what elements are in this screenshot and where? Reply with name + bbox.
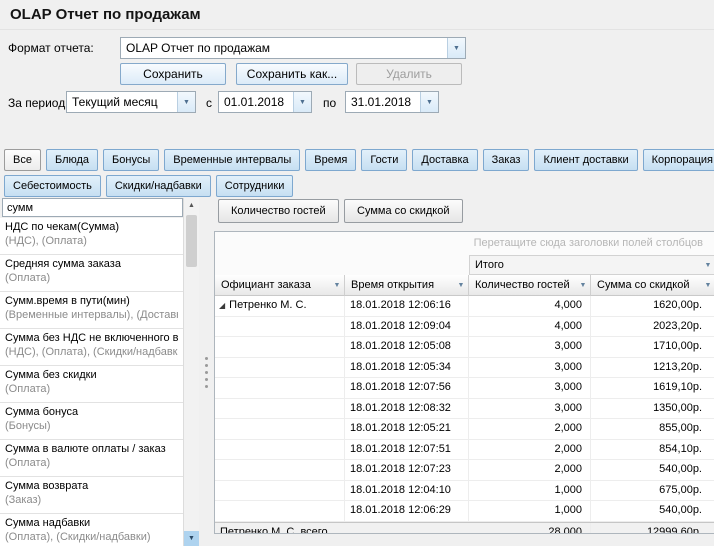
filter-dropdown-icon[interactable]: ▼ <box>576 282 590 289</box>
tab-vremya[interactable]: Время <box>305 149 356 171</box>
chevron-down-icon[interactable]: ▼ <box>447 38 465 58</box>
column-drop-zone[interactable]: Перетащите сюда заголовки полей столбцов <box>215 232 714 255</box>
table-row[interactable]: 18.01.2018 12:05:21 2,000 855,00р. <box>215 419 714 440</box>
band-row: Итого ▼ <box>215 255 714 275</box>
save-button[interactable]: Сохранить <box>120 63 226 85</box>
period-value: Текущий месяц <box>67 92 177 112</box>
tab-vse[interactable]: Все <box>4 149 41 171</box>
tab-gosti[interactable]: Гости <box>361 149 407 171</box>
table-row[interactable]: 18.01.2018 12:08:32 3,000 1350,00р. <box>215 399 714 420</box>
table-row[interactable]: 18.01.2018 12:05:34 3,000 1213,20р. <box>215 358 714 379</box>
table-row[interactable]: 18.01.2018 12:07:56 3,000 1619,10р. <box>215 378 714 399</box>
field-list-item[interactable]: Сумма без скидки (Оплата) <box>0 366 183 403</box>
tab-sebestoimost[interactable]: Себестоимость <box>4 175 101 197</box>
tab-dostavka[interactable]: Доставка <box>412 149 477 171</box>
tab-bonusy[interactable]: Бонусы <box>103 149 159 171</box>
column-header-waiter[interactable]: Официант заказа ▼ <box>215 275 345 296</box>
tab-klient-dostavki[interactable]: Клиент доставки <box>534 149 637 171</box>
report-grid: Перетащите сюда заголовки полей столбцов… <box>214 231 714 534</box>
page-title: OLAP Отчет по продажам <box>0 0 714 30</box>
table-row[interactable]: 18.01.2018 12:06:29 1,000 540,00р. <box>215 501 714 522</box>
field-search-input[interactable] <box>2 198 183 217</box>
period-label: За период <box>8 96 65 110</box>
tab-blyuda[interactable]: Блюда <box>46 149 98 171</box>
column-header-guests[interactable]: Количество гостей ▼ <box>469 275 591 296</box>
date-to-value: 31.01.2018 <box>346 92 420 112</box>
tab-zakaz[interactable]: Заказ <box>483 149 530 171</box>
column-header-open-time[interactable]: Время открытия ▼ <box>345 275 469 296</box>
field-list-item[interactable]: Сумма в валюте оплаты / заказ (Оплата) <box>0 440 183 477</box>
report-format-value: OLAP Отчет по продажам <box>121 38 447 58</box>
scrollbar-thumb[interactable] <box>186 215 197 267</box>
fields-scrollbar[interactable]: ▲ ▼ <box>183 198 199 546</box>
table-row[interactable]: 18.01.2018 12:07:23 2,000 540,00р. <box>215 460 714 481</box>
field-list-item[interactable]: Сумма возврата (Заказ) <box>0 477 183 514</box>
delete-button: Удалить <box>356 63 462 85</box>
tab-korporaciya[interactable]: Корпорация <box>643 149 714 171</box>
category-tabs-row-2: Себестоимость Скидки/надбавки Сотрудники <box>4 175 293 197</box>
table-row[interactable]: ◢Петренко М. С. 18.01.2018 12:06:16 4,00… <box>215 296 714 317</box>
total-sum: 12999,60р. <box>591 523 714 535</box>
tab-vremennye-intervaly[interactable]: Временные интервалы <box>164 149 300 171</box>
save-as-button[interactable]: Сохранить как... <box>236 63 348 85</box>
field-list-item[interactable]: Сумм.время в пути(мин) (Временные интерв… <box>0 292 183 329</box>
date-from-field[interactable]: 01.01.2018 ▼ <box>218 91 312 113</box>
field-list: НДС по чекам(Сумма) (НДС), (Оплата) Сред… <box>0 218 183 546</box>
measure-chip-sum[interactable]: Сумма со скидкой <box>344 199 463 223</box>
table-row[interactable]: 18.01.2018 12:05:08 3,000 1710,00р. <box>215 337 714 358</box>
total-guests: 28,000 <box>469 523 591 535</box>
filter-dropdown-icon[interactable]: ▼ <box>701 282 714 289</box>
date-from-value: 01.01.2018 <box>219 92 293 112</box>
field-list-item[interactable]: Сумма без НДС не включенного в счет (НДС… <box>0 329 183 366</box>
field-list-item[interactable]: Сумма надбавки (Оплата), (Скидки/надбавк… <box>0 514 183 546</box>
table-row[interactable]: 18.01.2018 12:07:51 2,000 854,10р. <box>215 440 714 461</box>
category-tabs-row-1: Все Блюда Бонусы Временные интервалы Вре… <box>4 149 714 171</box>
report-format-label: Формат отчета: <box>8 41 94 55</box>
group-total-row: Петренко М. С. всего 28,000 12999,60р. <box>215 522 714 535</box>
field-list-item[interactable]: НДС по чекам(Сумма) (НДС), (Оплата) <box>0 218 183 255</box>
scroll-down-icon[interactable]: ▼ <box>184 531 199 546</box>
period-select[interactable]: Текущий месяц ▼ <box>66 91 196 113</box>
group-label: Петренко М. С. <box>229 299 306 311</box>
column-header-sum[interactable]: Сумма со скидкой ▼ <box>591 275 714 296</box>
measure-chip-guests[interactable]: Количество гостей <box>218 199 339 223</box>
chevron-down-icon[interactable]: ▼ <box>420 92 438 112</box>
expand-icon[interactable]: ◢ <box>219 301 225 310</box>
chevron-down-icon[interactable]: ▼ <box>177 92 195 112</box>
tab-skidki-nadbavki[interactable]: Скидки/надбавки <box>106 175 211 197</box>
tab-sotrudniki[interactable]: Сотрудники <box>216 175 294 197</box>
date-from-label: с <box>206 96 212 110</box>
group-cell: ◢ Петренко М. С. <box>215 296 345 316</box>
column-header-row: Официант заказа ▼ Время открытия ▼ Колич… <box>215 275 714 296</box>
scroll-up-icon[interactable]: ▲ <box>184 198 199 213</box>
date-to-field[interactable]: 31.01.2018 ▼ <box>345 91 439 113</box>
band-total[interactable]: Итого ▼ <box>469 255 714 275</box>
band-spacer <box>215 255 469 275</box>
table-row[interactable]: 18.01.2018 12:09:04 4,000 2023,20р. <box>215 317 714 338</box>
table-row[interactable]: 18.01.2018 12:04:10 1,000 675,00р. <box>215 481 714 502</box>
filter-dropdown-icon[interactable]: ▼ <box>701 262 714 269</box>
field-list-item[interactable]: Средняя сумма заказа (Оплата) <box>0 255 183 292</box>
chevron-down-icon[interactable]: ▼ <box>293 92 311 112</box>
date-to-label: по <box>323 96 336 110</box>
panel-splitter[interactable] <box>199 198 214 546</box>
filter-dropdown-icon[interactable]: ▼ <box>330 282 344 289</box>
total-label: Петренко М. С. всего <box>215 523 469 535</box>
filter-dropdown-icon[interactable]: ▼ <box>454 282 468 289</box>
field-list-item[interactable]: Сумма бонуса (Бонусы) <box>0 403 183 440</box>
report-format-select[interactable]: OLAP Отчет по продажам ▼ <box>120 37 466 59</box>
